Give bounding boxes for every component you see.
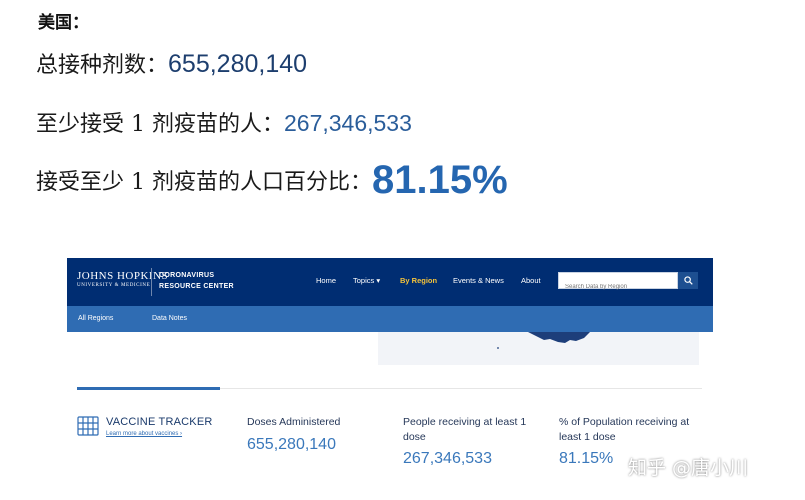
search-icon <box>683 276 693 285</box>
people-one-dose-label: 至少接受 1 剂疫苗的人： <box>36 112 284 137</box>
resource-center-title[interactable]: CORONAVIRUS RESOURCE CENTER <box>159 270 234 292</box>
map-fragment <box>378 332 699 365</box>
metric-percent-label: % of Population receiving at least 1 dos… <box>559 416 690 443</box>
search-button[interactable] <box>678 272 698 289</box>
jhu-logo[interactable]: JOHNS HOPKINS UNIVERSITY & MEDICINE <box>77 270 168 288</box>
learn-more-link[interactable]: Learn more about vaccines › <box>106 431 182 437</box>
vaccine-tracker-title: VACCINE TRACKER <box>106 416 213 428</box>
center-line1: CORONAVIRUS <box>159 272 215 279</box>
us-map-edge <box>497 332 590 349</box>
metric-percent-value: 81.15% <box>559 450 614 467</box>
subnav-all-regions[interactable]: All Regions <box>78 315 113 322</box>
jhu-screenshot: JOHNS HOPKINS UNIVERSITY & MEDICINE CORO… <box>67 258 713 500</box>
region-search <box>558 272 678 295</box>
metric-people-value: 267,346,533 <box>403 450 492 467</box>
metric-people-label: People receiving at least 1 dose <box>403 416 527 443</box>
people-one-dose-value: 267,346,533 <box>283 110 412 136</box>
logo-line2: UNIVERSITY & MEDICINE <box>77 283 151 288</box>
total-doses-line: 总接种剂数：655,280,140 <box>36 47 307 79</box>
percent-one-dose-label: 接受至少 1 剂疫苗的人口百分比： <box>36 170 372 195</box>
people-one-dose-line: 至少接受 1 剂疫苗的人：267,346,533 <box>36 106 412 138</box>
logo-divider <box>151 268 152 296</box>
total-doses-label: 总接种剂数： <box>36 53 169 78</box>
active-tab-underline <box>77 387 220 390</box>
total-doses-value: 655,280,140 <box>168 50 308 78</box>
nav-about[interactable]: About <box>521 276 541 285</box>
center-line2: RESOURCE CENTER <box>159 283 234 290</box>
nav-home[interactable]: Home <box>316 276 336 285</box>
zhihu-watermark: 知乎 @唐小川 <box>628 457 749 479</box>
nav-events-news[interactable]: Events & News <box>453 276 504 285</box>
logo-line1: JOHNS HOPKINS <box>77 270 169 282</box>
vaccine-tracker-icon <box>77 416 99 440</box>
percent-one-dose-line: 接受至少 1 剂疫苗的人口百分比：81.15% <box>36 158 508 203</box>
subnav-data-notes[interactable]: Data Notes <box>152 315 187 322</box>
metric-doses-label: Doses Administered <box>247 416 341 428</box>
site-header: JOHNS HOPKINS UNIVERSITY & MEDICINE CORO… <box>67 258 713 306</box>
country-heading: 美国： <box>38 13 89 33</box>
search-input[interactable] <box>559 279 677 295</box>
nav-topics[interactable]: Topics ▾ <box>353 276 380 285</box>
percent-one-dose-value: 81.15% <box>372 158 508 202</box>
metric-doses-value: 655,280,140 <box>247 436 336 453</box>
sub-navigation: All Regions Data Notes <box>67 306 713 332</box>
nav-by-region[interactable]: By Region <box>400 276 437 285</box>
